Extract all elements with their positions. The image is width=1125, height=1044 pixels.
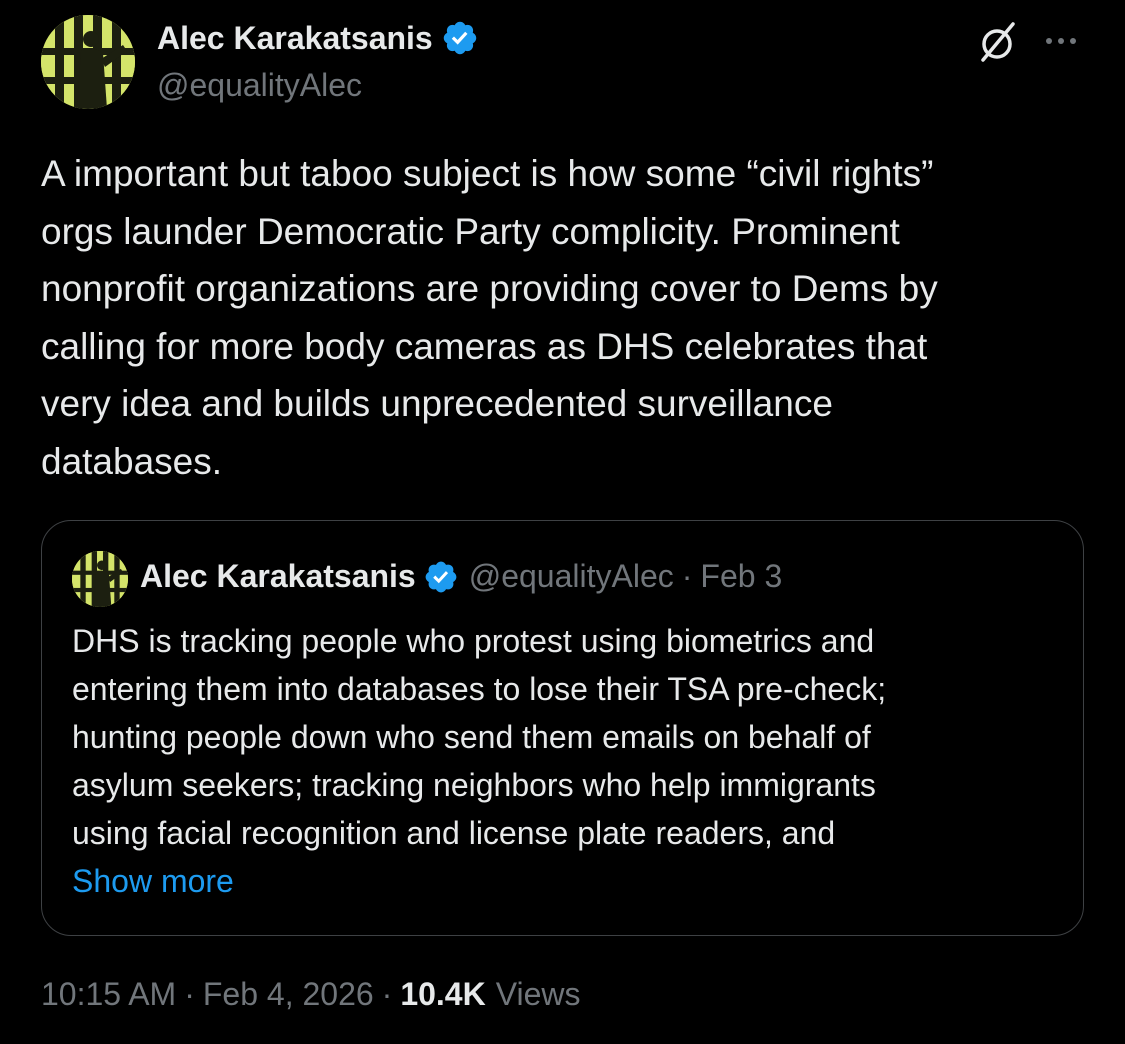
- quoted-author-avatar[interactable]: [72, 551, 128, 607]
- post-metadata: 10:15 AM · Feb 4, 2026 · 10.4K Views: [41, 976, 580, 1013]
- post-date[interactable]: Feb 4, 2026: [203, 976, 374, 1013]
- views-count[interactable]: 10.4K: [400, 976, 485, 1013]
- post-text-line: very idea and builds unprecedented surve…: [41, 383, 833, 424]
- quoted-text: DHS is tracking people who protest using…: [72, 617, 1062, 857]
- post-timestamp[interactable]: 10:15 AM: [41, 976, 176, 1013]
- post-text-line: A important but taboo subject is how som…: [41, 153, 934, 194]
- author-name-row[interactable]: Alec Karakatsanis: [157, 19, 479, 57]
- verified-badge-icon: [423, 559, 459, 595]
- views-label[interactable]: Views: [496, 976, 581, 1013]
- verified-badge-icon[interactable]: [441, 19, 479, 57]
- more-icon[interactable]: [1042, 26, 1082, 56]
- post-text: A important but taboo subject is how som…: [41, 145, 1091, 490]
- quoted-post[interactable]: Alec Karakatsanis @equalityAlec · Feb 3 …: [41, 520, 1084, 936]
- quoted-header: Alec Karakatsanis @equalityAlec · Feb 3: [140, 558, 782, 595]
- quoted-author-name[interactable]: Alec Karakatsanis: [140, 558, 416, 595]
- post-text-line: nonprofit organizations are providing co…: [41, 268, 938, 309]
- separator: ·: [681, 558, 693, 594]
- quoted-text-line: using facial recognition and license pla…: [72, 815, 836, 851]
- quoted-text-line: asylum seekers; tracking neighbors who h…: [72, 767, 876, 803]
- post-text-line: orgs launder Democratic Party complicity…: [41, 210, 900, 252]
- quoted-text-line: entering them into databases to lose the…: [72, 671, 887, 707]
- quoted-text-line: DHS is tracking people who protest using…: [72, 623, 875, 659]
- separator: ·: [381, 976, 393, 1012]
- grok-icon[interactable]: [975, 20, 1019, 64]
- post-text-line: databases.: [41, 440, 223, 482]
- quoted-author-handle[interactable]: @equalityAlec: [469, 558, 674, 595]
- post-text-line: calling for more body cameras as DHS cel…: [41, 325, 928, 367]
- author-handle[interactable]: @equalityAlec: [157, 67, 362, 104]
- author-avatar[interactable]: [41, 15, 135, 109]
- quoted-text-line: hunting people down who send them emails…: [72, 719, 871, 755]
- author-name[interactable]: Alec Karakatsanis: [157, 20, 433, 57]
- show-more-link[interactable]: Show more: [72, 857, 234, 905]
- post: Alec Karakatsanis @equalityAlec A import…: [0, 0, 1125, 1044]
- separator: ·: [184, 976, 195, 1012]
- quoted-date[interactable]: Feb 3: [700, 558, 782, 595]
